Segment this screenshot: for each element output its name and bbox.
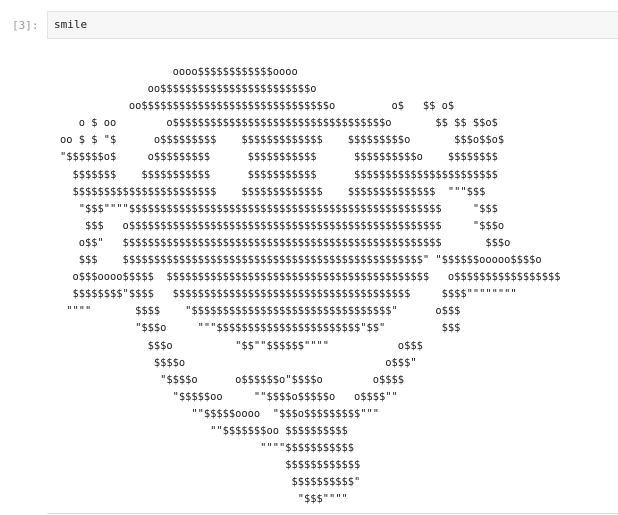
code-text[interactable]: smile [54, 18, 87, 32]
ascii-art-output: oooo$$$$$$$$$$$$oooo oo$$$$$$$$$$$$$$$$$… [60, 66, 561, 506]
input-prompt: [3]: [12, 19, 39, 32]
notebook-cell: [3]: smile oooo$$$$$$$$$$$$oooo oo$$$$$$… [0, 0, 618, 515]
cell-divider [47, 513, 618, 514]
code-input-area[interactable]: smile [47, 11, 618, 39]
